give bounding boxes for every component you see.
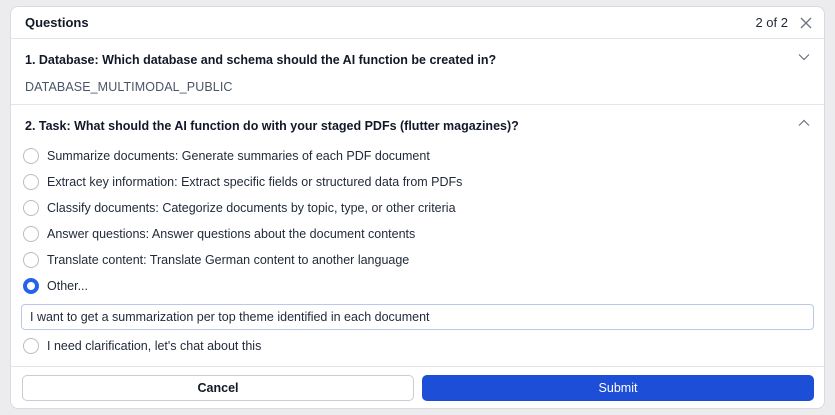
option-label: Summarize documents: Generate summaries … <box>47 149 430 163</box>
option-classify[interactable]: Classify documents: Categorize documents… <box>11 195 824 221</box>
question-2-title: 2. Task: What should the AI function do … <box>25 119 519 133</box>
option-label: Other... <box>47 279 88 293</box>
option-label: Classify documents: Categorize documents… <box>47 201 456 215</box>
radio-button[interactable] <box>23 148 39 164</box>
header-controls: 2 of 2 <box>755 15 812 30</box>
panel-header: Questions 2 of 2 <box>11 7 824 39</box>
question-1-title: 1. Database: Which database and schema s… <box>25 53 497 67</box>
other-text-input[interactable] <box>21 304 814 330</box>
option-label: Answer questions: Answer questions about… <box>47 227 416 241</box>
radio-button[interactable] <box>23 174 39 190</box>
questions-panel: Questions 2 of 2 1. Database: Which data… <box>10 6 825 409</box>
radio-button-selected[interactable] <box>23 278 39 294</box>
question-1-section[interactable]: 1. Database: Which database and schema s… <box>11 39 824 105</box>
radio-button[interactable] <box>23 226 39 242</box>
option-answer-questions[interactable]: Answer questions: Answer questions about… <box>11 221 824 247</box>
radio-button[interactable] <box>23 338 39 354</box>
question-1-answer: DATABASE_MULTIMODAL_PUBLIC <box>25 80 233 94</box>
option-summarize[interactable]: Summarize documents: Generate summaries … <box>11 143 824 169</box>
option-label: Translate content: Translate German cont… <box>47 253 410 267</box>
option-label: Extract key information: Extract specifi… <box>47 175 463 189</box>
cancel-button[interactable]: Cancel <box>22 374 414 401</box>
option-clarification[interactable]: I need clarification, let's chat about t… <box>11 333 824 359</box>
question-pager: 2 of 2 <box>755 15 788 30</box>
close-icon[interactable] <box>800 17 812 29</box>
panel-title: Questions <box>25 15 89 30</box>
option-extract[interactable]: Extract key information: Extract specifi… <box>11 169 824 195</box>
panel-footer: Cancel Submit <box>11 366 824 408</box>
submit-button[interactable]: Submit <box>422 374 814 401</box>
question-2-section: 2. Task: What should the AI function do … <box>11 105 824 359</box>
chevron-up-icon[interactable] <box>798 119 810 127</box>
option-other[interactable]: Other... <box>11 273 824 299</box>
option-translate[interactable]: Translate content: Translate German cont… <box>11 247 824 273</box>
radio-button[interactable] <box>23 200 39 216</box>
task-options: Summarize documents: Generate summaries … <box>11 143 824 359</box>
option-label: I need clarification, let's chat about t… <box>47 339 262 353</box>
chevron-down-icon[interactable] <box>798 53 810 61</box>
radio-button[interactable] <box>23 252 39 268</box>
